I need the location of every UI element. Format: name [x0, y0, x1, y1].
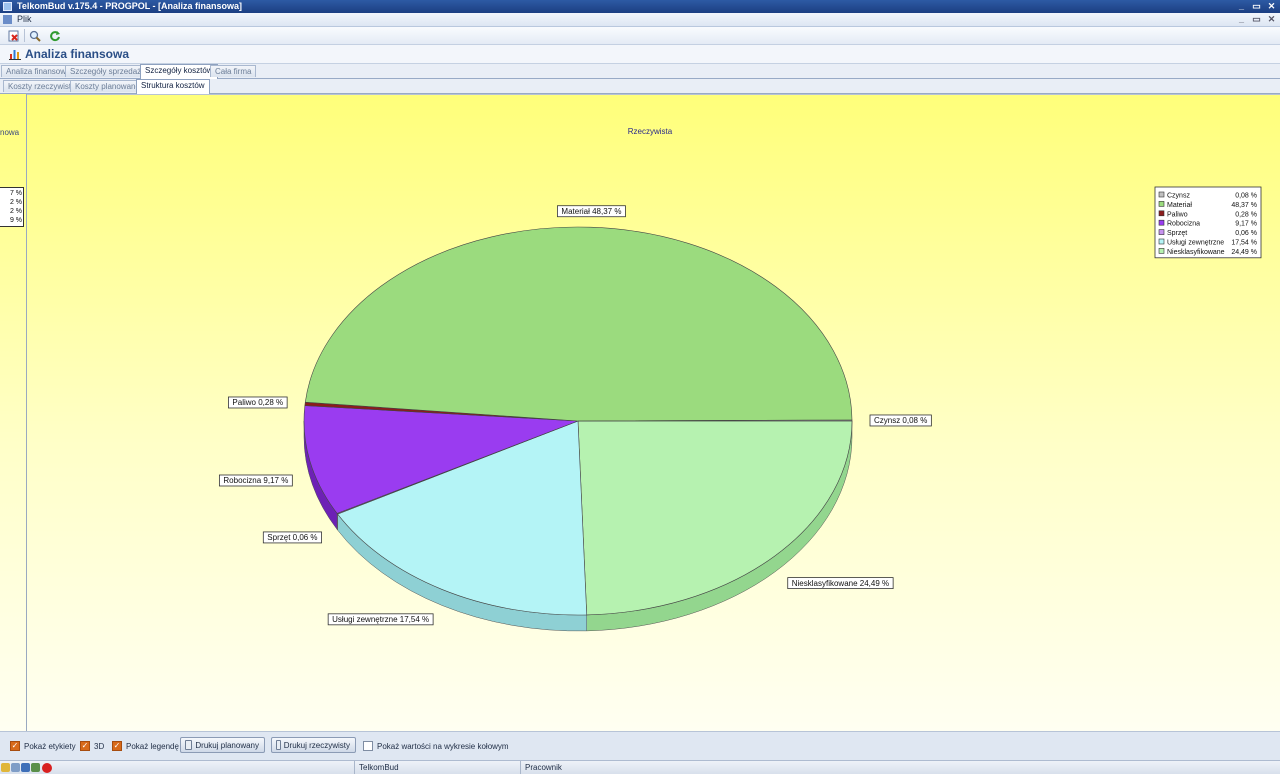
menu-item-plik[interactable]: Plik: [17, 13, 32, 26]
checkbox-checked-icon: ✓: [10, 741, 20, 751]
legend-label-uslugi-zewnetrzne: Usługi zewnętrzne: [1167, 240, 1224, 247]
legend-value: 24,49 %: [1231, 249, 1257, 256]
window-title-bar: TelkomBud v.175.4 - PROGPOL - [Analiza f…: [0, 0, 1280, 13]
checkbox-label: Pokaż legendę: [126, 742, 179, 751]
tab-cala-firma[interactable]: Cała firma: [210, 65, 256, 77]
checkbox-label: Pokaż etykiety: [24, 742, 76, 751]
help-icon[interactable]: [42, 763, 52, 773]
slice-label: Niesklasyfikowane 24,49 %: [792, 579, 889, 588]
window-title: TelkomBud v.175.4 - PROGPOL - [Analiza f…: [17, 0, 242, 13]
checkbox-label: Pokaż wartości na wykresie kołowym: [377, 742, 509, 751]
status-user: Pracownik: [520, 761, 562, 774]
chart-options-bar: ✓ Pokaż etykiety ✓ 3D ✓ Pokaż legendę Druku…: [0, 731, 1280, 760]
legend-swatch-niesklasyfikowane: [1159, 248, 1164, 253]
menu-bar: Plik _ ▭ ✕: [0, 13, 1280, 27]
legend-value: 0,06 %: [1235, 230, 1257, 237]
folder-icon[interactable]: [1, 763, 10, 772]
print-actual-button[interactable]: Drukuj rzeczywisty: [271, 737, 356, 753]
refresh-icon: [49, 30, 61, 42]
checkbox-label: 3D: [94, 742, 104, 751]
button-label: Drukuj planowany: [195, 741, 259, 750]
sub-tab-bar: Koszty rzeczywiste Koszty planowane Stru…: [0, 79, 1280, 94]
minimize-button[interactable]: _: [1237, 0, 1246, 13]
legend-label-material: Materiał: [1167, 202, 1192, 209]
legend-value: 9,17 %: [1235, 221, 1257, 228]
slice-label: Materiał 48,37 %: [561, 207, 621, 216]
child-close-button[interactable]: ✕: [1267, 13, 1276, 26]
legend-value: 48,37 %: [1231, 202, 1257, 209]
maximize-button[interactable]: ▭: [1252, 0, 1261, 13]
legend-label-robocizna: Robocizna: [1167, 221, 1200, 228]
tab-struktura-kosztow[interactable]: Struktura kosztów: [136, 79, 210, 94]
legend-swatch-uslugi-zewnetrzne: [1159, 239, 1164, 244]
print-planned-button[interactable]: Drukuj planowany: [180, 737, 265, 753]
checkbox-unchecked-icon: [363, 741, 373, 751]
main-tab-bar: Analiza finansowa Szczegóły sprzedaży Sz…: [0, 64, 1280, 79]
pie-slice-material[interactable]: [305, 227, 852, 421]
chart-title: Rzeczywista: [628, 127, 673, 136]
close-document-button[interactable]: [6, 28, 21, 43]
legend-label-niesklasyfikowane: Niesklasyfikowane: [1167, 249, 1225, 256]
slice-label: Usługi zewnętrzne 17,54 %: [332, 615, 429, 624]
legend-swatch-sprzet: [1159, 230, 1164, 235]
show-legend-checkbox[interactable]: ✓ Pokaż legendę: [112, 741, 179, 751]
legend-swatch-material: [1159, 201, 1164, 206]
button-label: Drukuj rzeczywisty: [284, 741, 350, 750]
legend-swatch-czynsz: [1159, 192, 1164, 197]
legend-value: 0,08 %: [1235, 193, 1257, 200]
slice-label: Czynsz 0,08 %: [874, 416, 927, 425]
tab-szczegoly-kosztow[interactable]: Szczegóły kosztów: [140, 64, 218, 79]
legend-label-paliwo: Paliwo: [1167, 211, 1188, 218]
tab-koszty-planowane[interactable]: Koszty planowane: [70, 80, 145, 92]
status-bar: TelkomBud Pracownik: [0, 760, 1280, 774]
document-icon: [3, 15, 12, 24]
close-button[interactable]: ✕: [1267, 0, 1276, 13]
3d-checkbox[interactable]: ✓ 3D: [80, 741, 104, 751]
checkbox-checked-icon: ✓: [112, 741, 122, 751]
app-icon: [3, 2, 12, 11]
tab-koszty-rzeczywiste[interactable]: Koszty rzeczywiste: [3, 80, 81, 92]
checkbox-checked-icon: ✓: [80, 741, 90, 751]
document-icon[interactable]: [11, 763, 20, 772]
child-restore-button[interactable]: ▭: [1252, 13, 1261, 26]
legend-value: 0,28 %: [1235, 211, 1257, 218]
status-app-name: TelkomBud: [354, 761, 399, 774]
legend-label-czynsz: Czynsz: [1167, 193, 1190, 200]
child-minimize-button[interactable]: _: [1237, 13, 1246, 26]
slice-label: Sprzęt 0,06 %: [267, 533, 317, 542]
printer-icon: [276, 740, 281, 750]
page-title: Analiza finansowa: [25, 47, 129, 61]
show-values-checkbox[interactable]: Pokaż wartości na wykresie kołowym: [363, 741, 509, 751]
tab-szczegoly-sprzedazy[interactable]: Szczegóły sprzedaży: [65, 65, 150, 77]
toolbar: [0, 27, 1280, 45]
legend-value: 17,54 %: [1231, 240, 1257, 247]
close-document-icon: [8, 30, 20, 42]
show-labels-checkbox[interactable]: ✓ Pokaż etykiety: [10, 741, 76, 751]
legend-swatch-robocizna: [1159, 220, 1164, 225]
slice-label: Robocizna 9,17 %: [223, 476, 288, 485]
refresh-button[interactable]: [47, 28, 62, 43]
pie-chart: Rzeczywista Niesklasyfikowane 24,49 % Usł…: [0, 94, 1280, 731]
search-button[interactable]: [27, 28, 42, 43]
bar-chart-icon: [9, 48, 21, 60]
legend-swatch-paliwo: [1159, 211, 1164, 216]
printer-icon: [185, 740, 192, 750]
page-header: Analiza finansowa: [0, 45, 1280, 64]
calendar-icon[interactable]: [31, 763, 40, 772]
slice-label: Paliwo 0,28 %: [232, 398, 283, 407]
legend-label-sprzet: Sprzęt: [1167, 230, 1187, 237]
user-icon[interactable]: [21, 763, 30, 772]
search-icon: [29, 30, 41, 42]
